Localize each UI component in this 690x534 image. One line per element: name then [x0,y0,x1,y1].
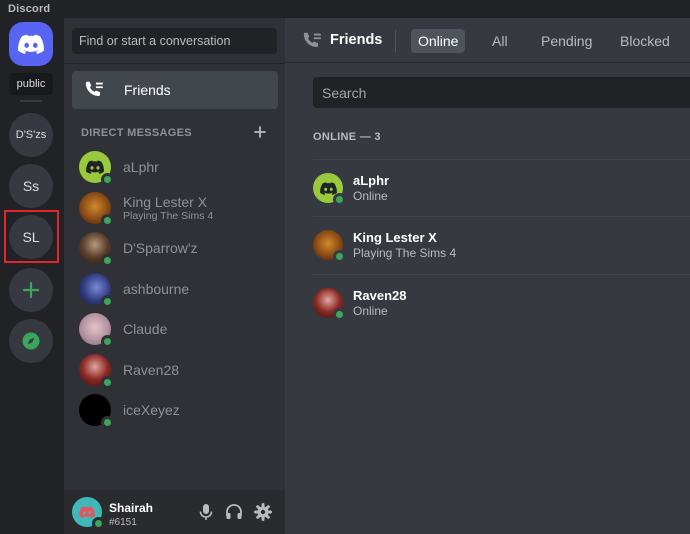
create-dm-button[interactable] [254,122,266,143]
discord-logo-icon [86,160,104,174]
online-status-dot [333,308,346,321]
dm-name: iceXeyez [123,402,180,418]
avatar [79,151,114,186]
mute-button[interactable] [196,502,216,522]
tab-blocked[interactable]: Blocked [613,29,677,53]
friend-status: Online [353,304,388,318]
dm-activity: Playing The Sims 4 [123,210,214,222]
tab-pending[interactable]: Pending [534,29,599,53]
user-avatar[interactable] [72,497,105,530]
online-status-dot [101,254,114,267]
dm-item-king-lester-x[interactable]: King Lester X Playing The Sims 4 [72,188,278,228]
microphone-icon [199,504,213,520]
title-bar: Discord [0,0,690,18]
dm-item-raven28[interactable]: Raven28 [72,350,278,390]
friends-wave-icon [303,32,321,47]
avatar [313,288,346,321]
dm-name: Claude [123,321,168,337]
online-status-dot [333,250,346,263]
dm-item-alphr[interactable]: aLphr [72,147,278,187]
tab-online[interactable]: Online [411,29,466,53]
server-dszs[interactable]: D'S'zs [9,113,53,157]
avatar [313,230,346,263]
friends-wave-icon [85,81,103,96]
avatar [79,273,114,308]
plus-icon [254,126,266,138]
deafen-button[interactable] [224,502,244,522]
friends-label: Friends [124,82,171,98]
avatar [79,232,114,267]
username: Shairah [109,501,154,515]
headphones-icon [226,504,242,519]
online-status-dot [101,295,114,308]
server-ss[interactable]: Ss [9,164,53,208]
avatar [79,394,114,429]
friends-header: Friends Online All Pending Blocked [285,18,690,63]
app-title: Discord [8,3,51,15]
online-status-dot [101,173,114,186]
dm-item-claude[interactable]: Claude [72,309,278,349]
online-status-dot [101,376,114,389]
plus-icon [22,281,40,299]
friend-name: Raven28 [353,288,407,303]
avatar [79,354,114,389]
find-conversation-input[interactable] [72,28,277,54]
home-button[interactable] [9,22,53,66]
sidebar-divider [64,63,285,64]
friend-status: Playing The Sims 4 [353,246,457,260]
dm-name: D'Sparrow'z [123,240,198,256]
user-discriminator: #6151 [109,517,137,528]
avatar [79,313,114,348]
online-status-dot [101,335,114,348]
online-count-header: ONLINE — 3 [313,131,381,143]
gear-icon [254,503,272,521]
server-tooltip: public [9,73,53,95]
dm-name: aLphr [123,159,159,175]
add-server-button[interactable] [9,268,53,312]
page-title: Friends [330,32,383,48]
main-content: Friends Online All Pending Blocked ONLIN… [285,18,690,534]
friend-row-alphr[interactable]: aLphr Online [313,159,690,216]
rail-divider [20,100,42,102]
dm-item-icexeyez[interactable]: iceXeyez [72,390,278,430]
dm-item-ashbourne[interactable]: ashbourne [72,269,278,309]
discord-logo-icon [319,181,337,195]
discord-logo-icon [18,34,44,54]
compass-icon [22,332,40,350]
tab-all[interactable]: All [485,29,515,53]
online-status-dot [333,193,346,206]
friend-name: aLphr [353,173,390,188]
dm-item-dsparrowz[interactable]: D'Sparrow'z [72,228,278,268]
user-settings-button[interactable] [253,502,273,522]
user-panel: Shairah #6151 [64,490,285,534]
friend-status: Online [353,189,388,203]
dm-header: DIRECT MESSAGES [81,127,192,139]
online-status-dot [92,517,105,530]
avatar [313,173,346,206]
discord-logo-icon [79,506,95,518]
server-rail: public D'S'zs Ss SL [0,18,64,534]
friend-row-raven28[interactable]: Raven28 Online [313,274,690,331]
avatar [79,192,114,227]
sidebar-item-friends[interactable]: Friends [72,71,278,109]
friends-search-input[interactable] [313,77,690,108]
dm-name: ashbourne [123,281,190,297]
dm-sidebar: Friends DIRECT MESSAGES aLphr King Leste… [64,18,285,534]
server-sl[interactable]: SL [9,215,53,259]
header-divider [395,30,396,52]
dm-name: King Lester X [123,194,208,210]
explore-servers-button[interactable] [9,319,53,363]
online-status-dot [101,214,114,227]
dm-name: Raven28 [123,362,180,378]
friend-row-king-lester-x[interactable]: King Lester X Playing The Sims 4 [313,216,690,273]
online-status-dot [101,416,114,429]
friend-name: King Lester X [353,230,437,245]
